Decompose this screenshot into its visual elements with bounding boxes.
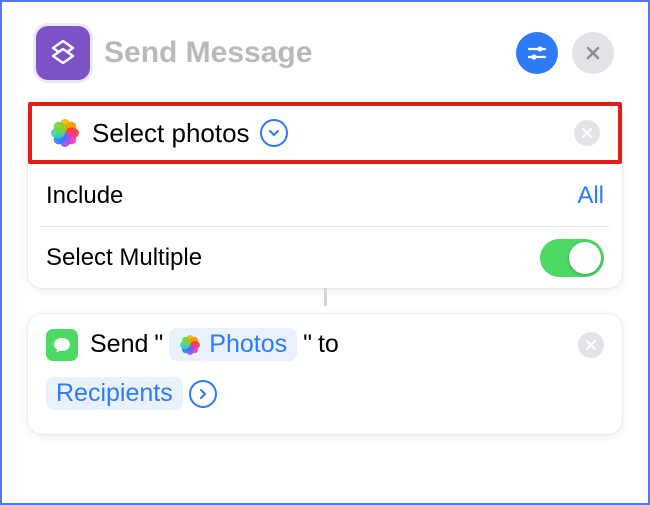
photos-variable-pill[interactable]: Photos [169,328,297,361]
send-prefix: Send [90,330,148,359]
send-message-action-card: Send " Photos " to Recipients [28,314,622,434]
chevron-down-icon [267,126,281,140]
include-label: Include [46,182,123,210]
select-multiple-row: Select Multiple [40,226,610,288]
select-multiple-label: Select Multiple [46,244,202,272]
page-title: Send Message [104,36,502,70]
shortcuts-app-icon [36,26,90,80]
remove-send-action-button[interactable] [578,332,604,358]
toggle-knob [569,242,601,274]
select-multiple-toggle[interactable] [540,239,604,277]
messages-icon [46,329,78,361]
remove-icon [585,339,597,351]
send-row[interactable]: Send " Photos " to Recipients [28,314,622,424]
select-photos-action-card: Select photos Include All Select Multipl… [28,102,622,288]
send-close-quote: " [303,330,312,359]
expand-send-button[interactable] [189,380,217,408]
recipients-variable-label: Recipients [56,379,173,408]
settings-button[interactable] [516,32,558,74]
photos-variable-label: Photos [209,330,287,359]
photos-flower-icon [179,334,201,356]
select-photos-row[interactable]: Select photos [28,102,622,164]
close-icon [585,45,601,61]
expand-options-button[interactable] [260,119,288,147]
include-value: All [577,182,604,210]
arrow-right-icon [196,387,210,401]
select-photos-label: Select photos [92,118,250,149]
send-open-quote: " [154,330,163,359]
sliders-icon [526,42,548,64]
photos-flower-icon [50,118,80,148]
recipients-variable-pill[interactable]: Recipients [46,377,183,410]
include-row[interactable]: Include All [40,164,610,226]
remove-action-button[interactable] [574,120,600,146]
action-connector [28,288,622,306]
remove-icon [581,127,593,139]
send-to: to [318,330,339,359]
close-button[interactable] [572,32,614,74]
header: Send Message [28,18,622,94]
